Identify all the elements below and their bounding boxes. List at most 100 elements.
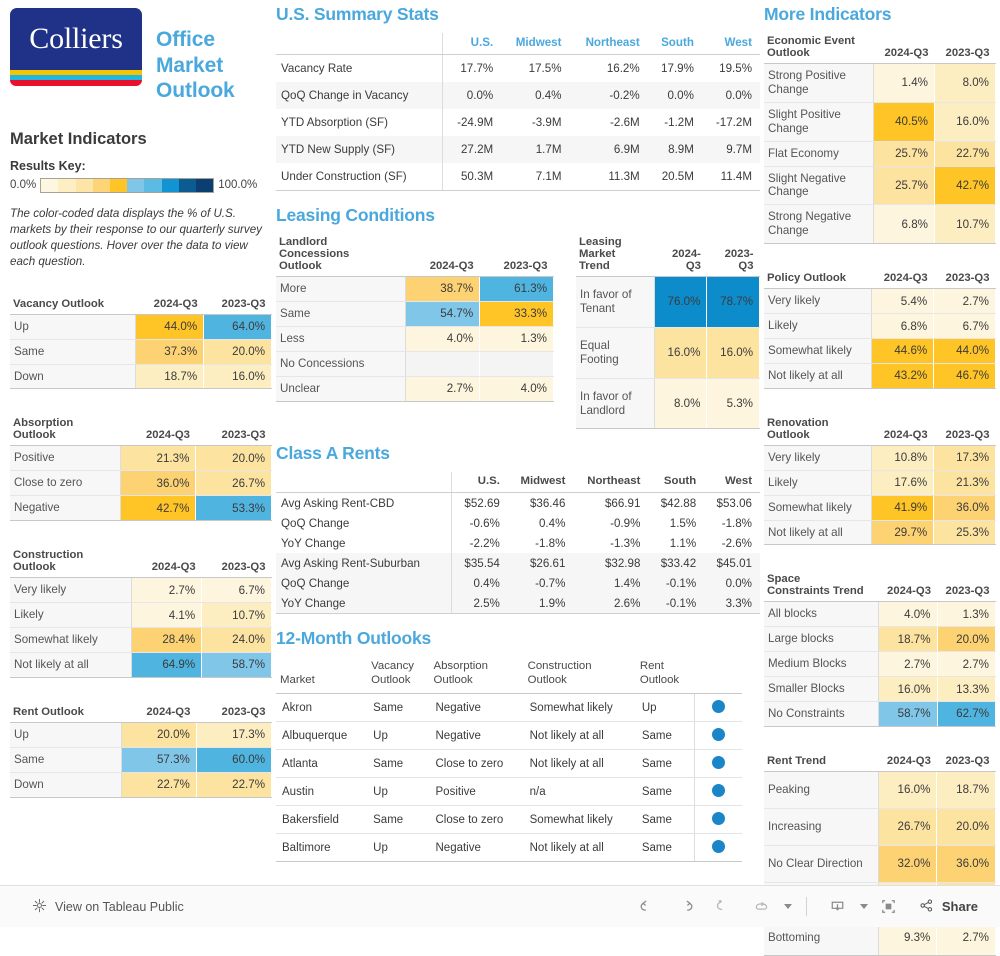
value-cell[interactable]: 2.5% xyxy=(451,593,508,615)
cell-absorption[interactable]: Negative xyxy=(429,693,524,723)
value-cell-q1[interactable]: 43.2% xyxy=(871,363,935,389)
value-cell-q1[interactable]: 8.0% xyxy=(654,378,708,430)
value-cell[interactable]: -0.2% xyxy=(569,82,648,109)
value-cell-q2[interactable]: 2.7% xyxy=(933,288,996,315)
value-cell[interactable]: $66.91 xyxy=(573,493,648,514)
view-on-tableau-public-link[interactable]: View on Tableau Public xyxy=(14,898,184,916)
value-cell-q2[interactable]: 17.3% xyxy=(196,722,273,748)
value-cell-q1[interactable]: 36.0% xyxy=(120,470,197,497)
value-cell-q1[interactable]: 5.4% xyxy=(871,288,935,315)
value-cell[interactable]: -0.6% xyxy=(452,513,508,533)
value-cell-q1[interactable]: 4.1% xyxy=(131,602,203,629)
value-cell[interactable]: 9.7M xyxy=(701,136,760,163)
value-cell[interactable]: 16.2% xyxy=(570,55,648,83)
value-cell-q2[interactable]: 20.0% xyxy=(936,808,996,846)
value-cell-q1[interactable] xyxy=(405,351,481,377)
value-cell-q2[interactable]: 36.0% xyxy=(936,845,996,883)
cell-vacancy[interactable]: Same xyxy=(367,749,430,779)
value-cell-q1[interactable]: 42.7% xyxy=(120,495,197,522)
value-cell-q1[interactable]: 2.7% xyxy=(405,376,481,402)
value-cell-q2[interactable]: 10.7% xyxy=(934,204,997,245)
value-cell[interactable]: 2.6% xyxy=(573,593,649,615)
value-cell[interactable]: -17.2M xyxy=(702,109,760,136)
renovation-outlook-table[interactable]: Renovation Outlook 2024-Q3 2023-Q3 Very lik… xyxy=(764,414,996,546)
value-cell-q2[interactable]: 64.0% xyxy=(203,314,272,340)
share-button[interactable]: Share xyxy=(910,897,986,917)
fullscreen-icon[interactable] xyxy=(872,893,906,921)
value-cell-q2[interactable]: 36.0% xyxy=(933,495,996,521)
value-cell[interactable]: -0.9% xyxy=(573,513,648,533)
value-cell-q2[interactable]: 6.7% xyxy=(933,313,996,339)
value-cell[interactable]: $35.54 xyxy=(451,553,508,574)
undo-icon[interactable] xyxy=(631,893,665,921)
value-cell-q2[interactable]: 10.7% xyxy=(201,602,272,629)
download-icon[interactable] xyxy=(821,893,855,921)
value-cell[interactable]: 11.4M xyxy=(701,163,760,191)
value-cell[interactable]: 1.7M xyxy=(501,136,570,163)
rent-outlook-table[interactable]: Rent Outlook 2024-Q3 2023-Q3 Up 20.0% 17.3% Sa… xyxy=(10,703,273,798)
value-cell[interactable]: 0.0% xyxy=(647,82,702,109)
leasing-market-trend-table[interactable]: Leasing Market Trend 2024-Q3 2023-Q3 In fav… xyxy=(576,234,760,430)
cell-market[interactable]: Akron xyxy=(276,693,368,723)
value-cell-q1[interactable]: 10.8% xyxy=(871,445,935,471)
value-cell-q2[interactable]: 5.3% xyxy=(706,378,760,430)
cell-absorption[interactable]: Negative xyxy=(429,833,524,863)
refresh-dropdown-caret[interactable] xyxy=(783,904,792,909)
policy-outlook-table[interactable]: Policy Outlook 2024-Q3 2023-Q3 Very likely 5… xyxy=(764,270,996,389)
value-cell[interactable]: 17.5% xyxy=(501,55,569,83)
cell-construction[interactable]: Not likely at all xyxy=(523,749,636,779)
status-cell[interactable] xyxy=(693,777,742,807)
value-cell[interactable]: 1.5% xyxy=(648,513,704,533)
value-cell[interactable]: -1.8% xyxy=(508,533,574,553)
class-a-rents-table[interactable]: U.S. Midwest Northeast South West Avg Asking … xyxy=(276,472,760,615)
value-cell[interactable]: -3.9M xyxy=(501,109,569,136)
value-cell[interactable]: 11.3M xyxy=(569,163,648,191)
absorption-outlook-table[interactable]: Absorption Outlook 2024-Q3 2023-Q3 Positive… xyxy=(10,415,272,522)
value-cell-q2[interactable]: 2.7% xyxy=(937,651,996,678)
cell-vacancy[interactable]: Up xyxy=(367,833,430,863)
value-cell[interactable]: 1.4% xyxy=(573,573,649,594)
value-cell[interactable]: -1.2M xyxy=(648,109,702,136)
value-cell-q1[interactable]: 17.6% xyxy=(871,470,935,496)
cell-rent[interactable]: Same xyxy=(635,805,694,835)
value-cell-q2[interactable]: 20.0% xyxy=(203,339,272,365)
cell-vacancy[interactable]: Same xyxy=(367,805,430,835)
cell-market[interactable]: Albuquerque xyxy=(276,721,368,751)
cell-rent[interactable]: Same xyxy=(635,749,694,779)
download-dropdown-caret[interactable] xyxy=(859,904,868,909)
value-cell[interactable]: 8.9M xyxy=(647,136,702,163)
value-cell[interactable]: 17.9% xyxy=(648,55,702,83)
value-cell[interactable]: $32.98 xyxy=(573,553,649,574)
value-cell-q2[interactable]: 78.7% xyxy=(706,276,760,328)
value-cell-q1[interactable]: 29.7% xyxy=(871,520,935,546)
value-cell-q2[interactable]: 62.7% xyxy=(937,701,996,727)
value-cell[interactable]: $45.01 xyxy=(704,553,760,574)
value-cell[interactable]: -1.3% xyxy=(573,533,648,553)
value-cell-q2[interactable]: 18.7% xyxy=(936,771,996,809)
value-cell[interactable]: 0.0% xyxy=(704,573,760,594)
value-cell[interactable]: 0.0% xyxy=(701,82,760,109)
value-cell-q2[interactable]: 4.0% xyxy=(479,376,554,402)
refresh-icon[interactable] xyxy=(745,893,779,921)
cell-market[interactable]: Bakersfield xyxy=(276,805,368,835)
value-cell-q1[interactable]: 38.7% xyxy=(405,276,481,302)
value-cell[interactable]: -24.9M xyxy=(443,109,502,136)
value-cell[interactable]: 20.5M xyxy=(647,163,702,191)
value-cell-q2[interactable]: 16.0% xyxy=(934,102,997,142)
value-cell-q2[interactable]: 60.0% xyxy=(196,747,273,773)
space-constraints-trend-table[interactable]: Space Constraints Trend 2024-Q3 2023-Q3 All… xyxy=(764,571,996,727)
value-cell[interactable]: 3.3% xyxy=(704,593,760,615)
value-cell[interactable]: -2.6% xyxy=(704,533,760,553)
value-cell[interactable]: -2.6M xyxy=(570,109,648,136)
cell-rent[interactable]: Up xyxy=(635,693,694,723)
value-cell-q1[interactable]: 32.0% xyxy=(878,845,938,883)
value-cell-q2[interactable]: 33.3% xyxy=(479,301,554,327)
value-cell[interactable]: $26.61 xyxy=(507,553,574,574)
value-cell-q2[interactable]: 53.3% xyxy=(195,495,272,522)
cell-market[interactable]: Baltimore xyxy=(276,833,368,863)
status-cell[interactable] xyxy=(693,749,742,779)
value-cell-q2[interactable]: 22.7% xyxy=(196,772,273,798)
value-cell-q1[interactable]: 44.6% xyxy=(871,338,935,364)
value-cell-q1[interactable]: 2.7% xyxy=(131,577,203,604)
value-cell-q2[interactable]: 17.3% xyxy=(933,445,996,471)
